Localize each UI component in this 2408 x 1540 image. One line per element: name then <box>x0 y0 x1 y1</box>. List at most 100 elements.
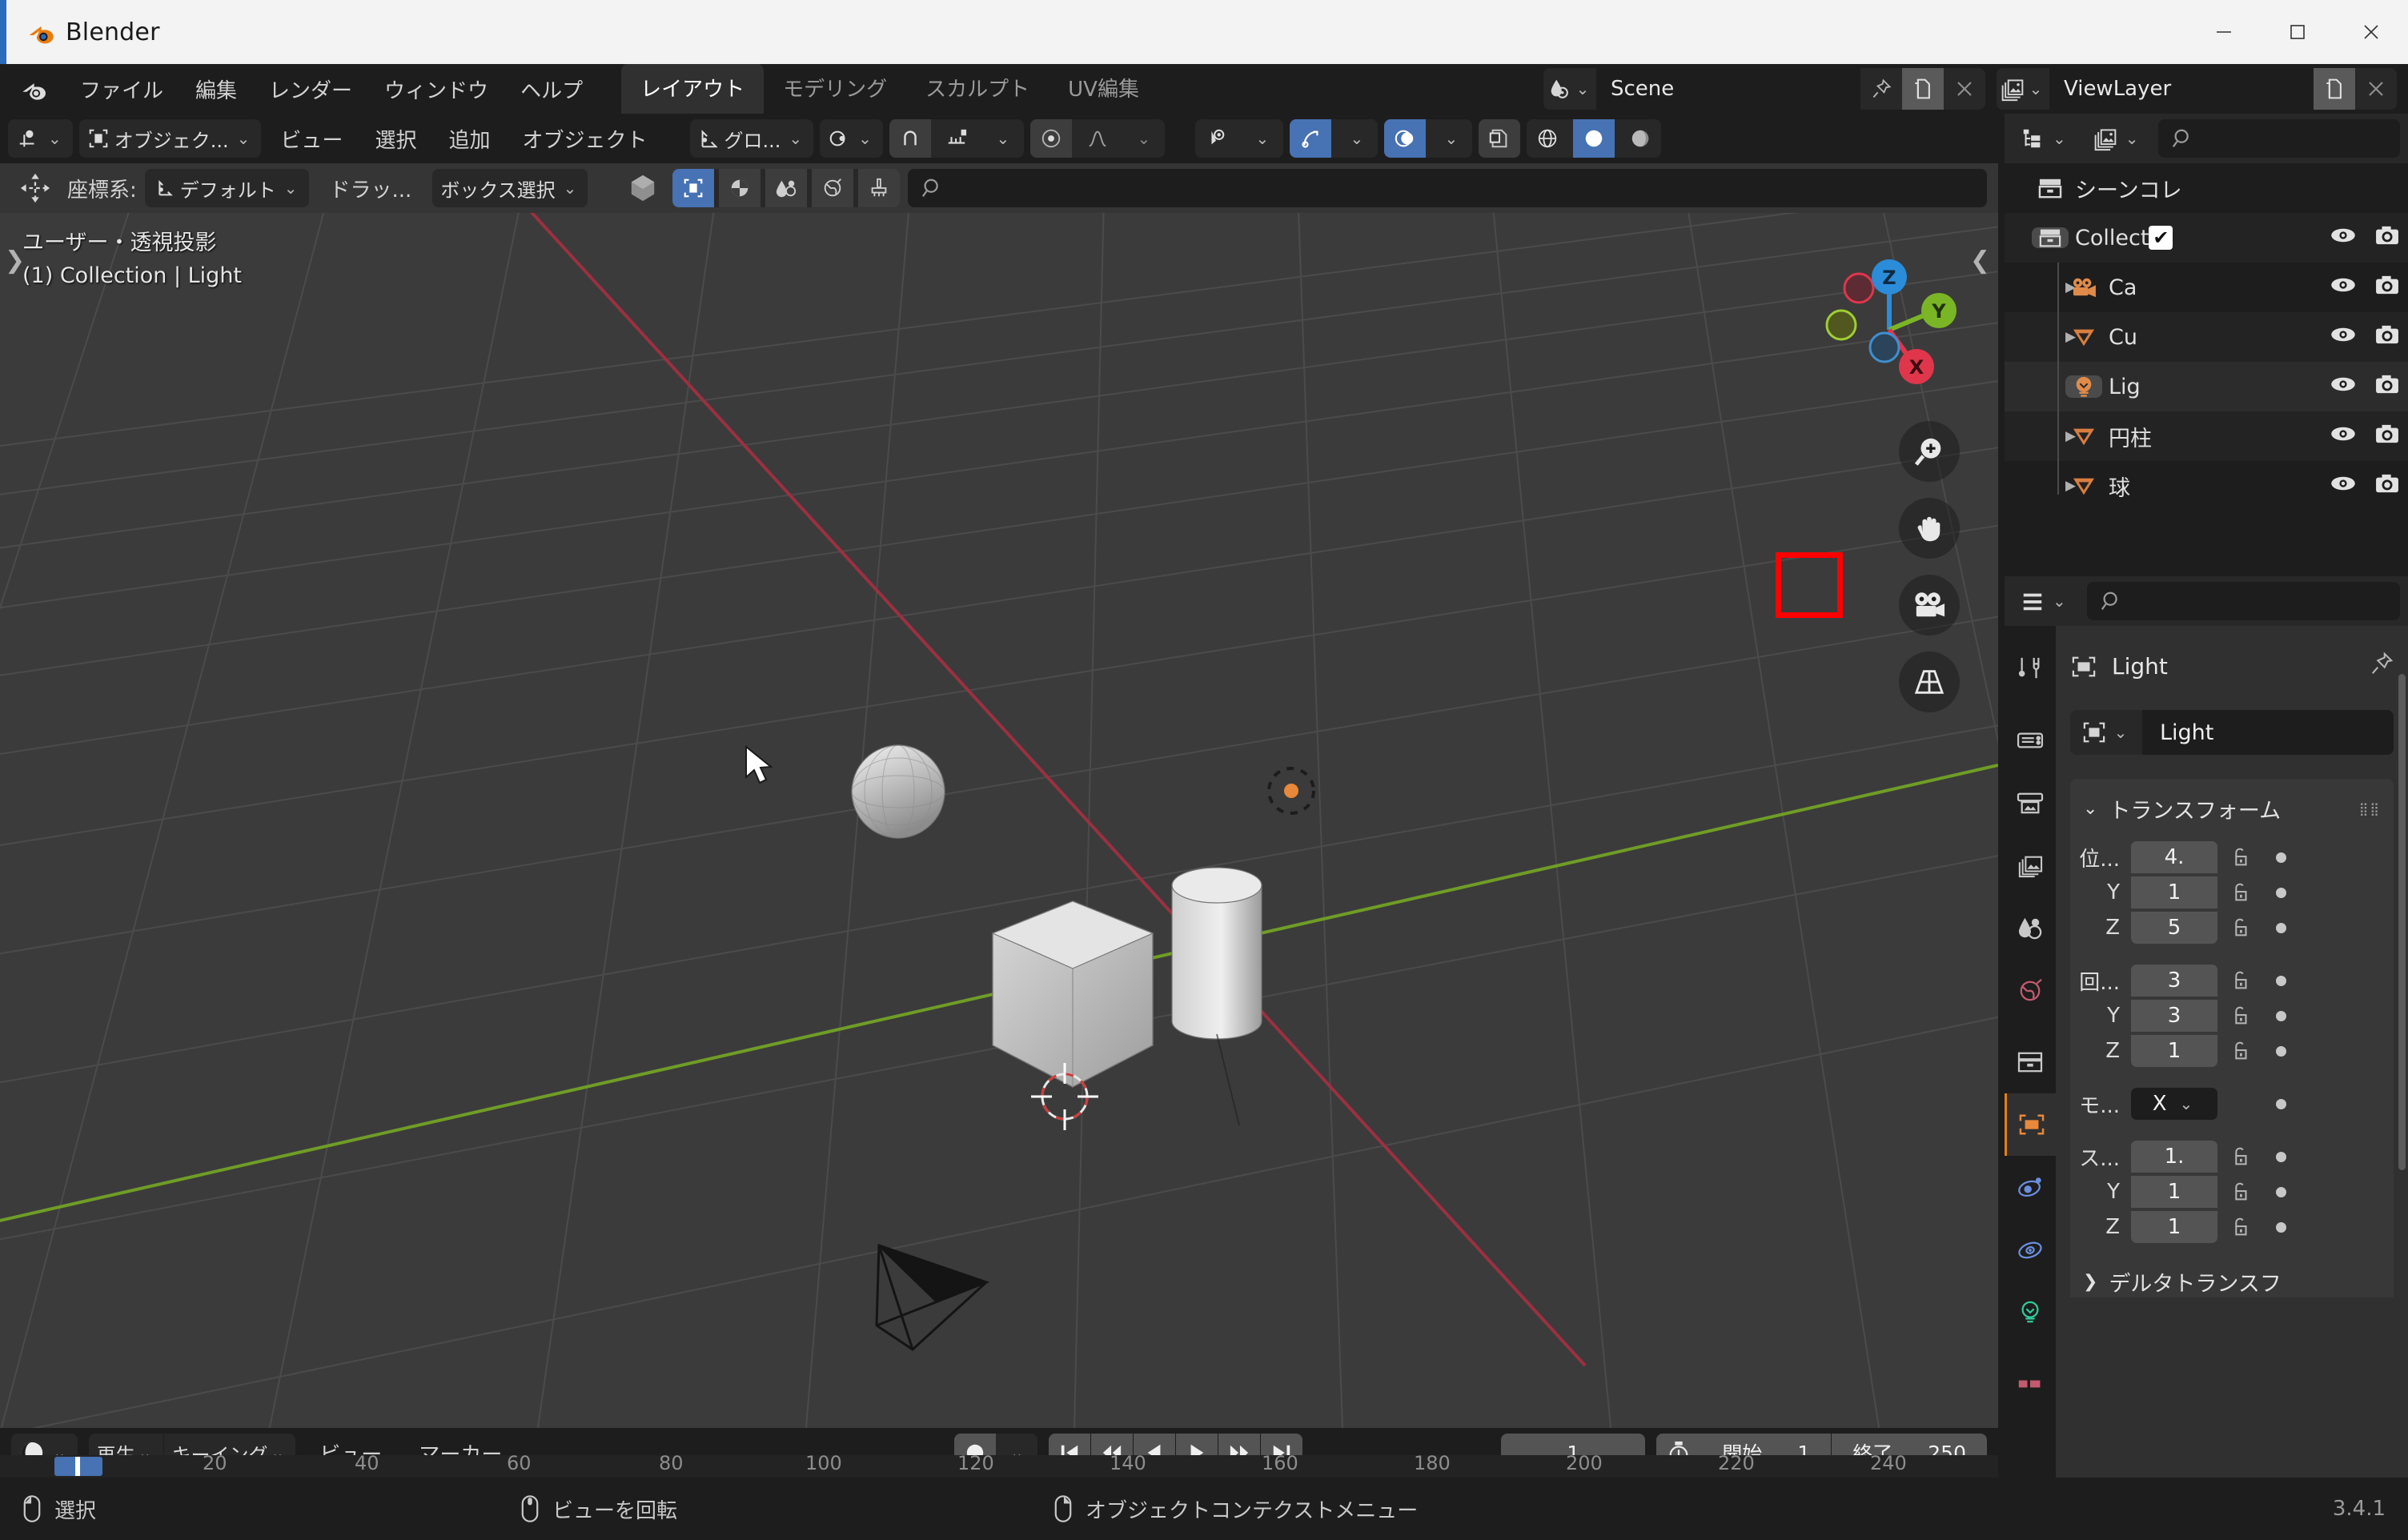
timeline-ruler[interactable]: 20 40 60 80 100 120 140 160 180 200 220 … <box>0 1455 1998 1478</box>
list-item[interactable]: ▶ Ca <box>2005 263 2408 312</box>
scene-icon[interactable]: ⌄ <box>1543 68 1596 110</box>
new-scene-icon[interactable] <box>1902 68 1944 110</box>
properties-tab-object[interactable] <box>2005 1093 2056 1156</box>
object-visibility-icon[interactable] <box>1195 119 1237 158</box>
scale-z-input[interactable]: 1 <box>2131 1211 2217 1243</box>
interaction-mode-selector[interactable]: オブジェク... ⌄ <box>78 119 262 158</box>
menu-file[interactable]: ファイル <box>64 70 179 109</box>
animate-property-icon[interactable] <box>2262 1098 2299 1109</box>
lock-icon[interactable] <box>2217 1145 2262 1169</box>
drag-mode-dropdown[interactable]: ボックス選択 ⌄ <box>432 169 588 207</box>
camera-render-icon[interactable] <box>2374 423 2400 450</box>
move-tool-icon[interactable] <box>11 172 59 204</box>
chevron-down-icon[interactable]: ⌄ <box>1431 119 1472 158</box>
rotation-y-input[interactable]: 3 <box>2131 1000 2217 1032</box>
object-name-input[interactable]: Light <box>2142 710 2394 755</box>
properties-tab-render[interactable] <box>2005 709 2056 772</box>
close-button[interactable] <box>2334 0 2408 64</box>
magnet-icon[interactable] <box>889 119 931 158</box>
transform-orientation-selector[interactable]: グロ... ⌄ <box>690 119 814 158</box>
outliner-row-collection[interactable]: ▼ Collect ✔ <box>2005 213 2408 263</box>
collection-expand-triangle-icon[interactable]: ▼ <box>2005 230 2042 246</box>
outliner-editor-type-icon[interactable]: ⌄ <box>2013 119 2077 158</box>
viewport-canvas[interactable]: ❯ ❮ ユーザー・透視投影 (1) Collection | Light Z Y… <box>0 213 1998 1428</box>
camera-render-icon[interactable] <box>2374 374 2400 400</box>
outliner-row-scene-collection[interactable]: シーンコレ <box>2005 163 2408 213</box>
tab-uv-editing[interactable]: UV編集 <box>1049 63 1158 114</box>
animate-property-icon[interactable] <box>2262 887 2299 898</box>
eye-icon[interactable] <box>2330 226 2357 251</box>
tab-layout[interactable]: レイアウト <box>621 63 765 114</box>
outliner-search-input[interactable] <box>2157 119 2400 158</box>
tool-search-input[interactable] <box>908 169 1987 207</box>
maximize-button[interactable] <box>2261 0 2334 64</box>
location-y-input[interactable]: 1 <box>2131 876 2217 908</box>
panel-drag-handle[interactable]: ⣿⣿ <box>2359 801 2381 816</box>
properties-tab-output[interactable] <box>2005 772 2056 834</box>
properties-tab-tool[interactable] <box>2005 637 2056 700</box>
snap-settings-icon[interactable] <box>936 119 977 158</box>
animate-property-icon[interactable] <box>2262 1151 2299 1162</box>
list-item[interactable]: ▶ 球 <box>2005 461 2408 511</box>
zoom-view-button[interactable] <box>1899 421 1960 482</box>
object-icon[interactable]: ⌄ <box>2070 710 2142 755</box>
eye-icon[interactable] <box>2330 325 2357 350</box>
rotation-z-input[interactable]: 1 <box>2131 1035 2217 1067</box>
properties-tab-physics[interactable] <box>2005 1218 2056 1281</box>
list-item[interactable]: ▶ 円柱 <box>2005 411 2408 461</box>
viewlayer-icon[interactable]: ⌄ <box>1997 68 2049 110</box>
lock-icon[interactable] <box>2217 1180 2262 1204</box>
animate-property-icon[interactable] <box>2262 975 2299 986</box>
wireframe-shading-icon[interactable] <box>1527 119 1568 158</box>
outliner-display-mode[interactable]: ⌄ <box>2085 119 2150 158</box>
proportional-icon[interactable] <box>1029 119 1072 158</box>
animate-property-icon[interactable] <box>2262 1010 2299 1021</box>
transform-panel-header[interactable]: ⌄ トランスフォーム ⣿⣿ <box>2070 787 2394 831</box>
delete-scene-icon[interactable] <box>1944 68 1985 110</box>
scale-x-input[interactable]: 1. <box>2131 1141 2217 1173</box>
show-overlays-icon[interactable] <box>1383 119 1426 158</box>
pin-scene-icon[interactable] <box>1860 68 1902 110</box>
camera-render-icon[interactable] <box>2374 275 2400 301</box>
animate-property-icon[interactable] <box>2262 922 2299 933</box>
list-item[interactable]: ▶ Cu <box>2005 312 2408 362</box>
properties-tab-material[interactable] <box>2005 1353 2056 1415</box>
brush-icon[interactable] <box>858 169 901 207</box>
menu-help[interactable]: ヘルプ <box>504 70 599 109</box>
expand-triangle-icon[interactable]: ▶ <box>2005 379 2076 395</box>
blender-menu-logo-icon[interactable] <box>18 73 50 105</box>
viewlayer-name[interactable]: ViewLayer <box>2049 68 2314 110</box>
tab-modeling[interactable]: モデリング <box>764 63 906 114</box>
lock-icon[interactable] <box>2217 1004 2262 1028</box>
properties-tab-scene[interactable] <box>2005 896 2056 959</box>
animate-property-icon[interactable] <box>2262 1186 2299 1197</box>
lock-icon[interactable] <box>2217 916 2262 940</box>
location-z-input[interactable]: 5 <box>2131 912 2217 944</box>
toggle-perspective-button[interactable] <box>1899 652 1960 712</box>
properties-scrollbar[interactable] <box>2398 674 2406 1170</box>
solid-shading-icon[interactable] <box>1572 119 1615 158</box>
xray-icon[interactable] <box>1478 119 1520 158</box>
scale-y-input[interactable]: 1 <box>2131 1176 2217 1208</box>
eye-icon[interactable] <box>2330 375 2357 399</box>
orientation-dropdown[interactable]: デフォルト ⌄ <box>144 169 309 207</box>
pie-shading-icon[interactable] <box>719 169 761 207</box>
pan-view-button[interactable] <box>1899 498 1960 559</box>
texture-paint-icon[interactable] <box>765 169 808 207</box>
properties-tab-world[interactable] <box>2005 959 2056 1021</box>
sidebar-expand-arrow-icon[interactable]: ❮ <box>1970 247 1990 275</box>
chevron-down-icon[interactable]: ⌄ <box>1336 119 1378 158</box>
properties-tab-collection[interactable] <box>2005 1031 2056 1093</box>
lock-icon[interactable] <box>2217 1039 2262 1063</box>
navigation-gizmo[interactable]: Z Y X <box>1811 253 1971 413</box>
camera-render-icon[interactable] <box>2374 225 2400 251</box>
properties-search-input[interactable] <box>2086 582 2400 620</box>
eye-icon[interactable] <box>2330 474 2357 499</box>
show-gizmo-icon[interactable] <box>1289 119 1331 158</box>
lock-icon[interactable] <box>2217 1215 2262 1239</box>
animate-property-icon[interactable] <box>2262 1221 2299 1233</box>
expand-triangle-icon[interactable]: ▶ <box>2005 478 2076 494</box>
object-mode-icon[interactable] <box>672 169 715 207</box>
properties-tab-data[interactable] <box>2005 1281 2056 1343</box>
animate-property-icon[interactable] <box>2262 1045 2299 1057</box>
